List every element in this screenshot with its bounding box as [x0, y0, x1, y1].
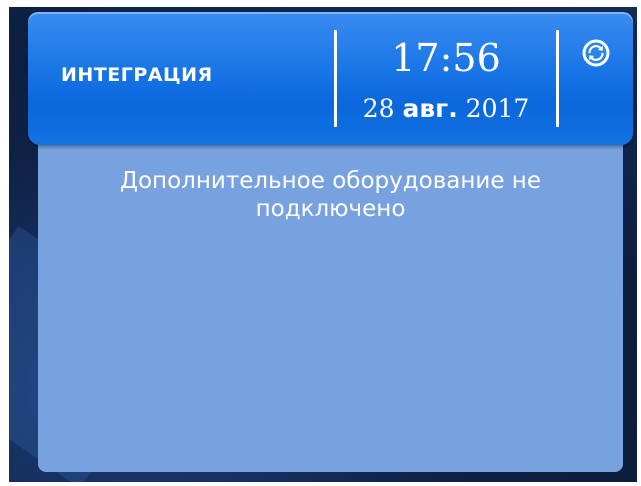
sync-icon[interactable]	[581, 38, 611, 68]
screen: ИНТЕГРАЦИЯ 17:56 28 авг. 2017 Дополнител…	[9, 7, 637, 482]
date-year: 2017	[465, 94, 530, 123]
no-equipment-message: Дополнительное оборудование не подключен…	[119, 168, 541, 222]
clock-date: 28 авг. 2017	[346, 94, 546, 124]
page-title: ИНТЕГРАЦИЯ	[61, 64, 213, 86]
date-month: авг.	[402, 94, 458, 123]
header-divider-right	[556, 30, 559, 127]
clock-time: 17:56	[391, 36, 501, 80]
date-day: 28	[362, 94, 395, 123]
header-bar: ИНТЕГРАЦИЯ 17:56 28 авг. 2017	[28, 12, 633, 145]
header-divider-left	[334, 30, 337, 127]
